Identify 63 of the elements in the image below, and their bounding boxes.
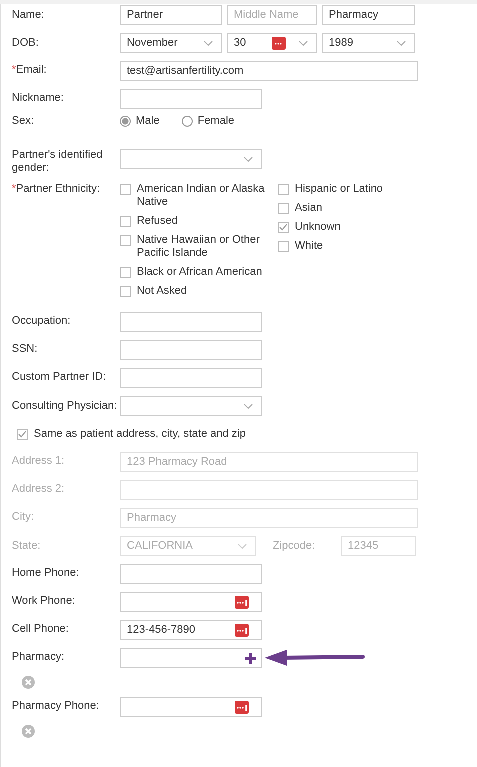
dropdown[interactable]: 1989 [322,33,415,53]
field-label: Zipcode: [273,540,316,552]
check-icon [18,430,27,438]
field-label: Home Phone: [12,567,80,580]
checkbox-option[interactable]: Unknown [278,221,384,234]
chevron-down-icon [244,157,253,162]
field-label: Cell Phone: [12,623,70,636]
chevron-down-icon [204,41,213,46]
phone-dial-icon[interactable] [235,596,249,609]
field-label: Pharmacy Phone: [12,700,100,713]
field-label: Partner's identified gender: [12,149,104,175]
input-field[interactable] [120,564,262,584]
dropdown[interactable]: November [120,33,222,53]
chevron-down-icon [397,41,406,46]
field-label: Nickname: [12,92,65,105]
checkbox-option[interactable]: White [278,240,384,253]
field-label: Address 2: [12,483,66,496]
chevron-down-icon [238,544,247,549]
checkbox-option[interactable]: Native Hawaiian or Other Pacific Islande [120,234,270,260]
dropdown[interactable] [120,149,262,169]
phone-dial-icon[interactable] [235,701,249,714]
check-icon [279,223,288,232]
checkbox-option[interactable]: Same as patient address, city, state and zip [17,428,246,440]
input-field[interactable] [120,312,262,332]
field-label: Sex: [12,114,36,128]
field-label: Work Phone: [12,595,76,608]
field-label: City: [12,511,35,524]
field-label: SSN: [12,343,39,356]
input-field[interactable]: Pharmacy [322,5,415,25]
checkbox-option[interactable]: Refused [120,215,270,228]
remove-icon[interactable] [22,676,35,689]
field-label: *Email: [12,64,48,77]
checkbox-option[interactable]: Asian [278,202,384,215]
input-field[interactable] [120,697,262,717]
input-field[interactable]: Partner [120,5,222,25]
chevron-down-icon [244,404,253,409]
field-label: Occupation: [12,315,72,328]
input-field[interactable] [120,340,262,360]
add-icon[interactable] [245,653,256,664]
field-label: Consulting Physician: [12,400,118,412]
phone-dial-icon[interactable] [235,624,249,637]
checkbox-option[interactable]: Black or African American [120,266,270,279]
field-label: DOB: [12,36,40,50]
remove-icon[interactable] [22,725,35,738]
field-label: Address 1: [12,455,66,468]
input-field[interactable] [120,592,262,612]
field-label: *Partner Ethnicity: [12,183,102,196]
checkbox-option[interactable]: Not Asked [120,285,270,298]
radio-option[interactable]: Female [182,115,235,127]
field-label: State: [12,540,42,552]
input-field[interactable] [120,89,262,109]
field-label: Name: [12,8,46,22]
dropdown[interactable] [120,396,262,416]
input-field[interactable]: 123-456-7890 [120,620,262,640]
checkbox-option[interactable]: American Indian or Alaska Native [120,183,270,209]
checkbox-option[interactable]: Hispanic or Latino [278,183,384,196]
dropdown[interactable]: 30 [227,33,317,53]
input-field[interactable] [120,368,262,388]
input-field[interactable]: test@artisanfertility.com [120,61,418,81]
field-label: Pharmacy: [12,651,66,664]
field-label: Custom Partner ID: [12,371,108,384]
chevron-down-icon [299,41,308,46]
radio-option[interactable]: Male [120,115,160,127]
